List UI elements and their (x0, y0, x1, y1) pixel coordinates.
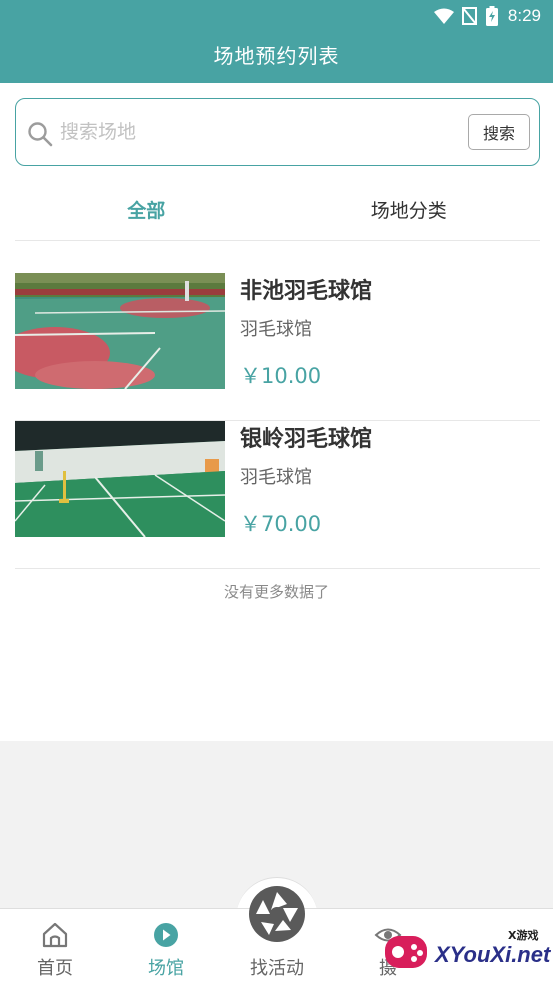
venue-type: 羽毛球馆 (240, 319, 312, 340)
search-input[interactable] (60, 113, 460, 151)
wifi-icon (433, 8, 454, 24)
search-box: 搜索 (15, 98, 540, 166)
page-title: 场地预约列表 (213, 44, 340, 68)
battery-charging-icon (485, 6, 498, 26)
play-circle-icon (154, 923, 178, 947)
search-icon (28, 122, 53, 147)
status-bar: 8:29 (433, 5, 541, 27)
venue-type: 羽毛球馆 (240, 467, 312, 488)
venue-list-item[interactable]: 银岭羽毛球馆 羽毛球馆 ￥70.00 (15, 421, 540, 569)
list-end-text: 没有更多数据了 (223, 583, 329, 601)
venue-thumbnail (15, 273, 225, 389)
venue-list-item[interactable]: 非池羽毛球馆 羽毛球馆 ￥10.00 (15, 273, 540, 421)
gamepad-icon (385, 936, 427, 968)
tab-venue-category[interactable]: 场地分类 (278, 183, 541, 240)
nav-home-label: 首页 (37, 958, 73, 979)
venue-thumbnail (15, 421, 225, 537)
nav-venues[interactable]: 场馆 (111, 909, 221, 983)
venue-price: ￥10.00 (240, 364, 322, 388)
signal-off-icon (461, 7, 477, 25)
nav-venues-label: 场馆 (148, 958, 184, 979)
search-button[interactable]: 搜索 (468, 114, 530, 150)
venue-name: 银岭羽毛球馆 (240, 427, 373, 452)
home-icon (42, 922, 68, 948)
app-header: 8:29 场地预约列表 (0, 0, 553, 83)
watermark-text: XYouXi.net (435, 942, 551, 967)
category-tabs: 全部 场地分类 (15, 183, 540, 241)
tab-all[interactable]: 全部 (15, 183, 278, 240)
venue-price: ￥70.00 (240, 512, 322, 536)
venue-name: 非池羽毛球馆 (240, 279, 373, 304)
nav-find-activity-label: 找活动 (250, 958, 304, 979)
aperture-icon[interactable] (247, 884, 307, 944)
watermark-small-text: X游戏 (508, 929, 539, 942)
nav-home[interactable]: 首页 (0, 909, 110, 983)
main-content: 搜索 全部 场地分类 非池羽毛球馆 羽毛球馆 ￥10.00 (0, 83, 553, 741)
watermark-logo: X游戏 XYouXi.net (383, 920, 551, 980)
status-time: 8:29 (507, 6, 541, 25)
